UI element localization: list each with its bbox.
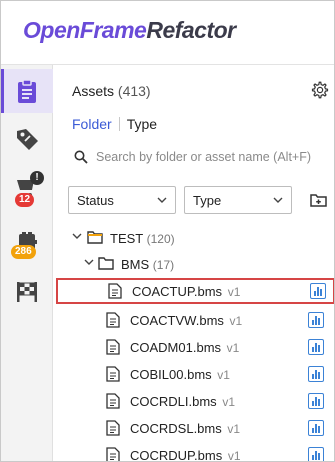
cart-count-badge: 12 [15, 193, 35, 207]
list-item-file[interactable]: COADM01.bms v1 [54, 334, 334, 360]
nav-assets[interactable] [1, 69, 53, 113]
panel-title: Assets (413) [72, 83, 151, 99]
logo-part-refactor: Refactor [146, 17, 236, 43]
file-name-text: COBIL00.bms [130, 367, 212, 382]
status-filter-select[interactable]: Status [68, 186, 176, 214]
file-version: v1 [229, 314, 243, 328]
type-filter-select[interactable]: Type [184, 186, 292, 214]
folder-count: (120) [146, 232, 175, 246]
list-item-file[interactable]: COCRDSL.bms v1 [54, 415, 334, 441]
file-name-text: COACTVW.bms [130, 313, 224, 328]
tag-icon [17, 129, 38, 150]
gear-icon[interactable] [311, 81, 329, 99]
folder-name: TEST [110, 231, 143, 246]
tree-folder-bms[interactable]: BMS (17) [54, 251, 334, 277]
file-version: v1 [222, 395, 235, 409]
tab-type[interactable]: Type [127, 116, 157, 132]
file-version: v1 [217, 368, 230, 382]
document-icon [106, 366, 120, 382]
type-filter-label: Type [193, 193, 222, 208]
asset-count: (413) [117, 83, 151, 99]
view-tabs: Folder Type [72, 116, 157, 132]
add-folder-icon[interactable] [310, 192, 328, 208]
tree-folder-test[interactable]: TEST (120) [54, 225, 334, 251]
file-version: v1 [227, 449, 241, 462]
folder-name: BMS [121, 257, 150, 272]
bar-chart-icon[interactable] [308, 393, 324, 409]
folder-icon [87, 231, 103, 244]
app-logo: OpenFrameRefactor [23, 17, 236, 44]
chevron-down-icon [157, 197, 167, 203]
list-item-file[interactable]: COCRDLI.bms v1 [54, 388, 334, 414]
storage-count-badge: 286 [11, 245, 36, 259]
document-icon [106, 393, 120, 409]
tab-folder[interactable]: Folder [72, 116, 112, 132]
checkered-flag-icon [17, 282, 37, 302]
file-version: v1 [227, 285, 241, 299]
file-name: COBIL00.bms v1 [130, 367, 230, 382]
chevron-down-icon[interactable] [84, 259, 94, 265]
list-item-file[interactable]: COACTUP.bms v1 [56, 278, 334, 304]
bar-chart-icon[interactable] [310, 283, 326, 299]
file-name-text: COCRDUP.bms [130, 448, 223, 462]
bar-chart-icon[interactable] [308, 339, 324, 355]
file-version: v1 [227, 422, 241, 436]
nav-cart[interactable]: ! 12 [1, 165, 53, 209]
clipboard-icon [18, 79, 36, 103]
search-icon [74, 150, 88, 164]
document-icon [106, 339, 120, 355]
app-window: OpenFrameRefactor ! 12 286 Assets (413) … [0, 0, 335, 462]
document-icon [106, 312, 120, 328]
file-name-text: COADM01.bms [130, 340, 222, 355]
status-filter-label: Status [77, 193, 114, 208]
file-name: COCRDUP.bms v1 [130, 448, 241, 462]
logo-part-openframe: OpenFrame [23, 17, 147, 43]
file-name: COADM01.bms v1 [130, 340, 239, 355]
list-item-file[interactable]: COBIL00.bms v1 [54, 361, 334, 387]
file-name: COACTVW.bms v1 [130, 313, 242, 328]
file-version: v1 [226, 341, 240, 355]
search-bar [72, 147, 334, 167]
chevron-down-icon [273, 197, 283, 203]
tree-folder-label: TEST (120) [110, 231, 175, 246]
chevron-down-icon[interactable] [72, 233, 82, 239]
file-name: COACTUP.bms v1 [132, 284, 240, 299]
panel-title-text: Assets [72, 83, 115, 99]
file-name-text: COACTUP.bms [132, 284, 223, 299]
bar-chart-icon[interactable] [308, 420, 324, 436]
file-name: COCRDSL.bms v1 [130, 421, 240, 436]
bar-chart-icon[interactable] [308, 312, 324, 328]
left-nav-rail: ! 12 286 [1, 65, 53, 461]
document-icon [106, 420, 120, 436]
document-icon [108, 283, 122, 299]
cart-alert-icon: ! [30, 171, 44, 185]
tree-folder-label: BMS (17) [121, 257, 174, 272]
nav-tags[interactable] [1, 117, 53, 161]
file-name-text: COCRDLI.bms [130, 394, 217, 409]
nav-finish[interactable] [1, 269, 53, 313]
folder-count: (17) [152, 258, 175, 272]
app-header: OpenFrameRefactor [1, 1, 334, 65]
list-item-file[interactable]: COCRDUP.bms v1 [54, 442, 334, 462]
folder-icon [98, 257, 114, 270]
search-input[interactable] [96, 147, 334, 167]
tab-divider [118, 117, 120, 131]
document-icon [106, 447, 120, 461]
list-item-file[interactable]: COACTVW.bms v1 [54, 307, 334, 333]
file-name: COCRDLI.bms v1 [130, 394, 235, 409]
bar-chart-icon[interactable] [308, 447, 324, 461]
file-name-text: COCRDSL.bms [130, 421, 222, 436]
nav-storage[interactable]: 286 [1, 221, 53, 265]
bar-chart-icon[interactable] [308, 366, 324, 382]
assets-panel: Assets (413) Folder Type Status Type [54, 65, 334, 462]
